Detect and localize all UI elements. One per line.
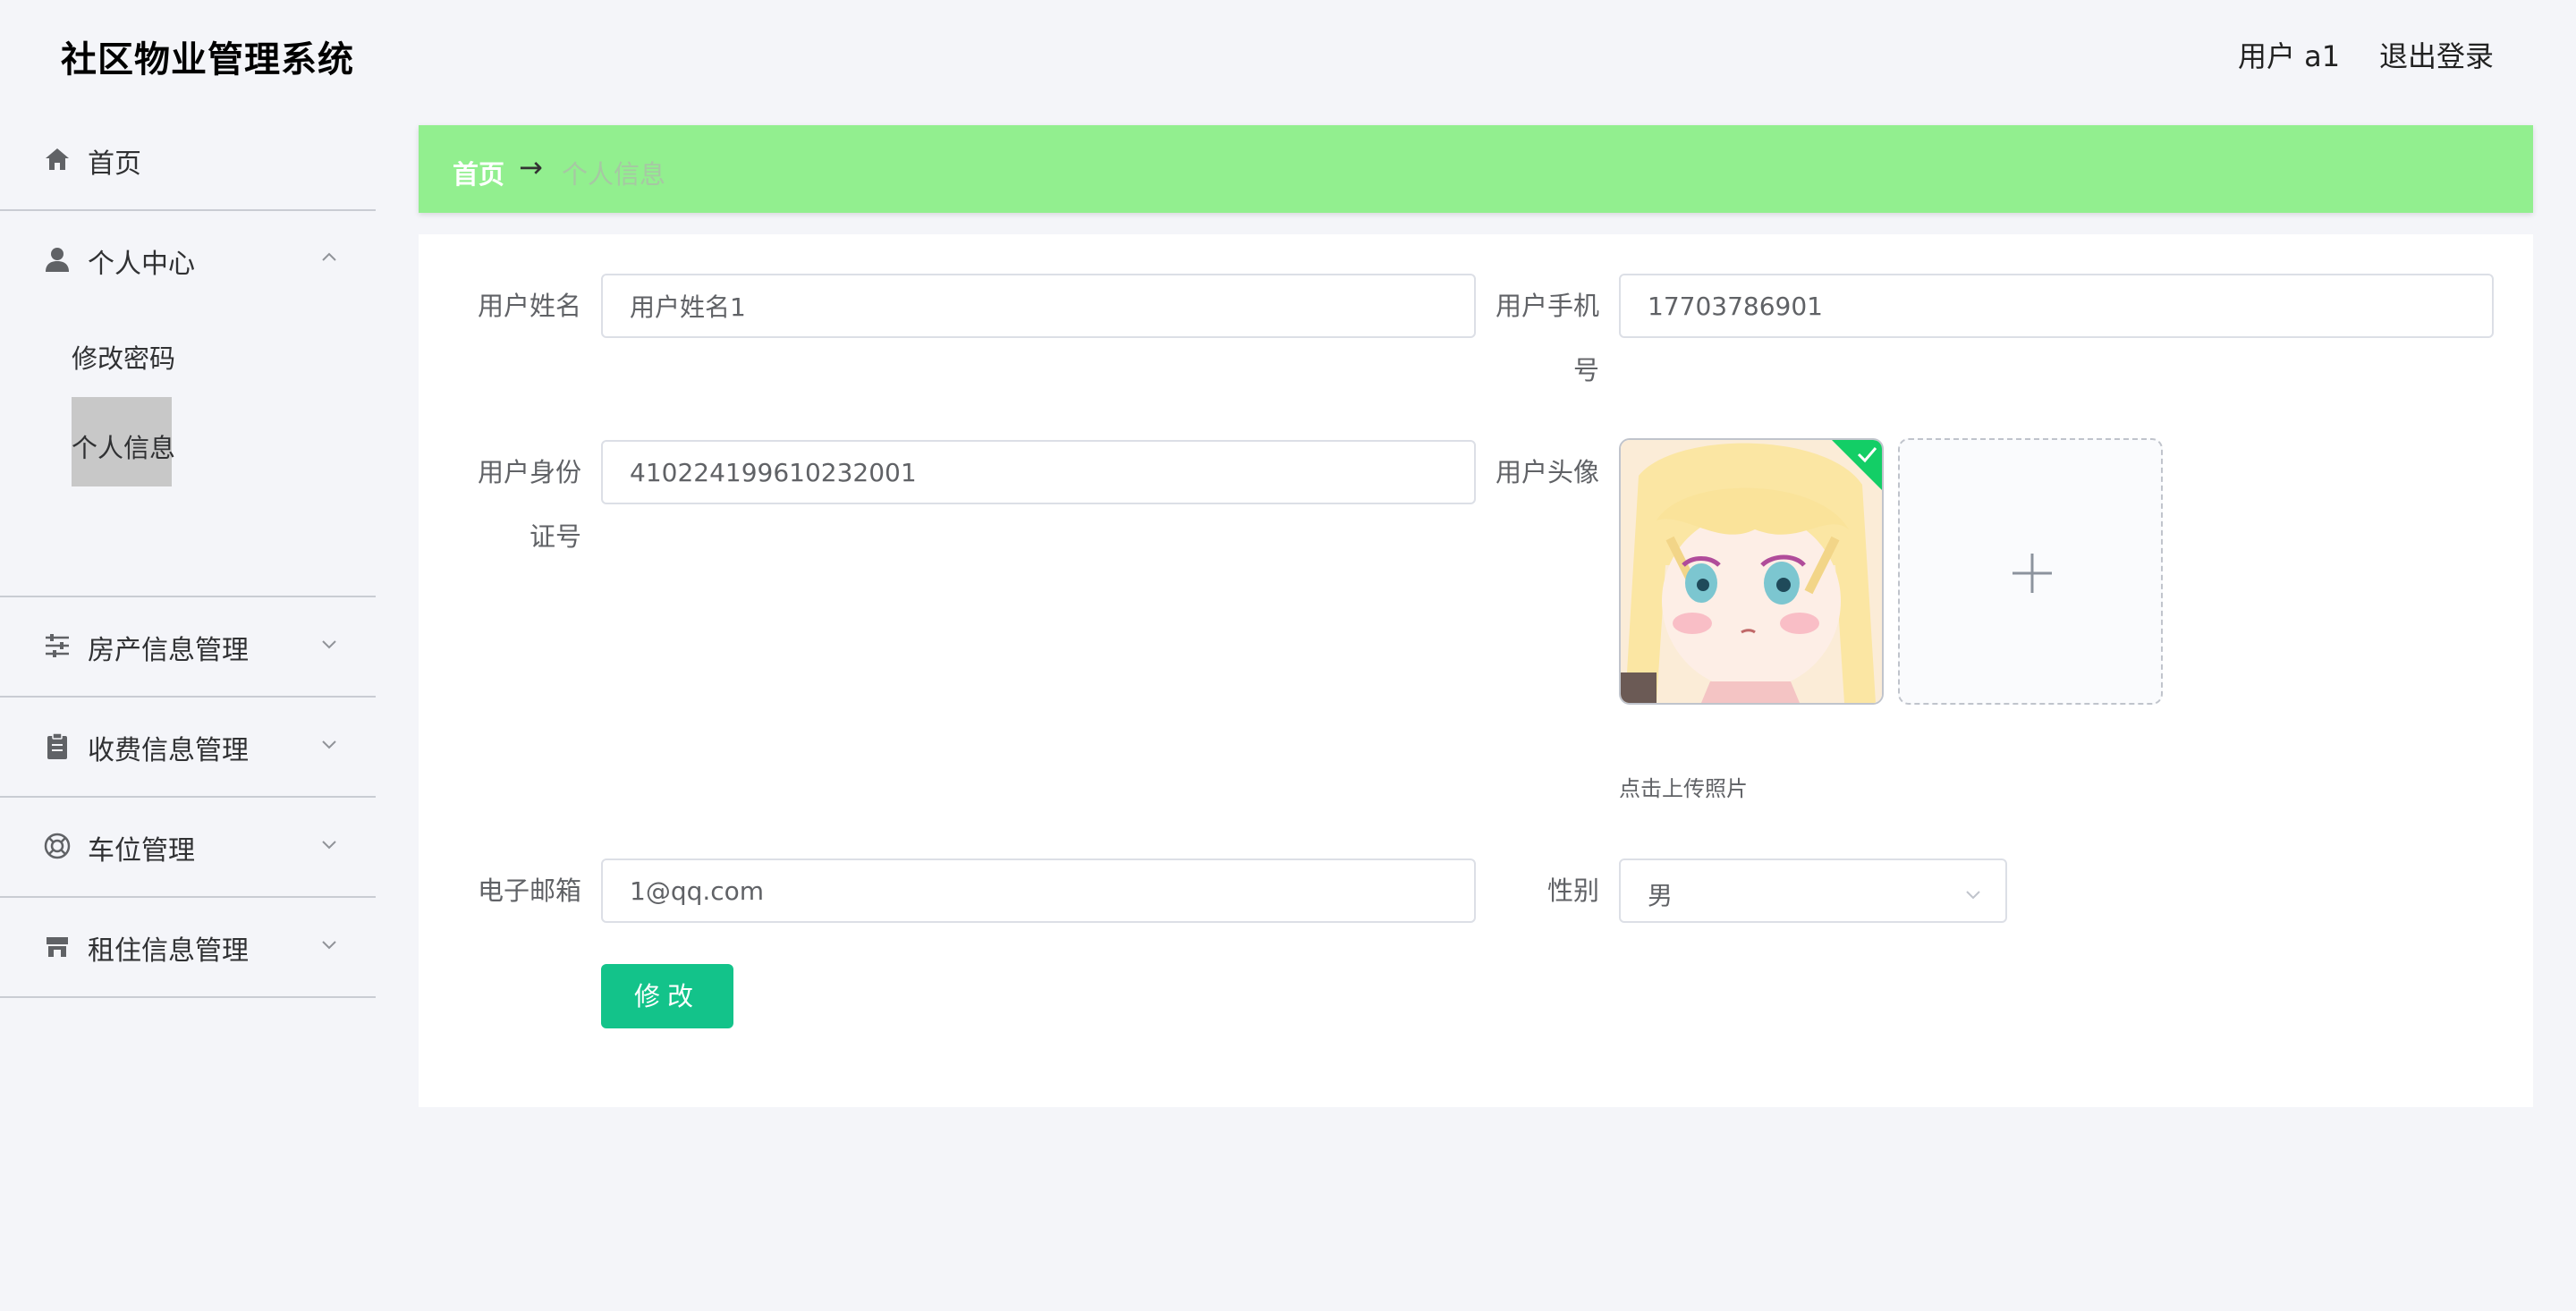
upload-success-corner bbox=[1832, 440, 1882, 490]
sidebar-item-label: 收费信息管理 bbox=[88, 735, 249, 766]
store-icon bbox=[47, 937, 68, 957]
sidebar-menu: 首页 个人中心 修改密码 个人信息 房产信息管理 收费信息管理 车位管理 租住信… bbox=[0, 111, 376, 1311]
breadcrumb-separator: → bbox=[519, 150, 543, 184]
phone-label-line1: 用户手机 bbox=[1495, 291, 1599, 321]
sidebar-item-label: 首页 bbox=[88, 148, 141, 180]
chevron-down-icon bbox=[322, 640, 336, 649]
submenu-item-change-password[interactable]: 修改密码 bbox=[72, 338, 175, 376]
email-field-box bbox=[601, 858, 1476, 923]
sidebar-item-label: 车位管理 bbox=[88, 835, 195, 867]
sidebar-item-label: 房产信息管理 bbox=[88, 635, 249, 666]
sidebar-item-home[interactable]: 首页 bbox=[0, 111, 376, 211]
submenu-item-personal-info[interactable]: 个人信息 bbox=[72, 427, 175, 465]
gender-select[interactable]: 男 bbox=[1619, 858, 2007, 923]
breadcrumb-current: 个人信息 bbox=[562, 159, 666, 190]
phone-label: 用户手机 号 bbox=[1465, 274, 1599, 402]
idcard-field-box bbox=[601, 440, 1476, 504]
sidebar-item-label: 个人中心 bbox=[88, 249, 195, 280]
upload-tip-text: 点击上传照片 bbox=[1619, 776, 1748, 801]
phone-field-box bbox=[1619, 274, 2494, 338]
modify-button[interactable]: 修改 bbox=[601, 964, 733, 1028]
phone-input[interactable] bbox=[1621, 275, 2492, 336]
current-user-label: 用户 a1 bbox=[2238, 39, 2341, 73]
phone-label-line2: 号 bbox=[1572, 355, 1599, 385]
sidebar-item-fee-info[interactable]: 收费信息管理 bbox=[0, 698, 376, 798]
user-icon bbox=[46, 248, 69, 272]
breadcrumb: 首页 → 个人信息 bbox=[419, 125, 2533, 213]
sidebar-item-rental-info[interactable]: 租住信息管理 bbox=[0, 898, 376, 998]
idcard-input[interactable] bbox=[603, 442, 1474, 503]
avatar-image[interactable] bbox=[1619, 438, 1884, 705]
avatar-label: 用户头像 bbox=[1495, 457, 1599, 487]
sidebar-item-parking[interactable]: 车位管理 bbox=[0, 798, 376, 898]
sliders-icon bbox=[46, 634, 69, 657]
idcard-label-line2: 证号 bbox=[529, 521, 581, 552]
lifebuoy-icon bbox=[44, 833, 71, 859]
home-icon bbox=[46, 148, 69, 170]
chevron-down-icon bbox=[322, 941, 336, 950]
chevron-down-icon bbox=[1966, 891, 1980, 900]
sidebar-item-label: 租住信息管理 bbox=[88, 935, 249, 967]
clipboard-icon bbox=[47, 732, 67, 759]
avatar-upload-button[interactable] bbox=[1898, 438, 2163, 705]
chevron-down-icon bbox=[322, 740, 336, 749]
idcard-label-line1: 用户身份 bbox=[477, 457, 581, 487]
top-header: 社区物业管理系统 用户 a1 退出登录 bbox=[0, 0, 2576, 111]
username-field-box bbox=[601, 274, 1476, 338]
idcard-label: 用户身份 证号 bbox=[447, 440, 581, 569]
sidebar-item-property-info[interactable]: 房产信息管理 bbox=[0, 597, 376, 698]
gender-selected-value: 男 bbox=[1648, 881, 1674, 910]
plus-icon bbox=[2012, 554, 2052, 593]
email-label: 电子邮箱 bbox=[477, 875, 581, 906]
breadcrumb-home-link[interactable]: 首页 bbox=[453, 154, 504, 191]
gender-label: 性别 bbox=[1546, 875, 1599, 906]
username-label: 用户姓名 bbox=[477, 291, 581, 321]
logout-link[interactable]: 退出登录 bbox=[2379, 34, 2494, 75]
username-input[interactable] bbox=[603, 275, 1474, 336]
chevron-up-icon bbox=[322, 252, 336, 261]
chevron-down-icon bbox=[322, 841, 336, 850]
app-title: 社区物业管理系统 bbox=[61, 39, 354, 80]
sidebar-item-personal-center[interactable]: 个人中心 修改密码 个人信息 bbox=[0, 211, 376, 597]
email-input[interactable] bbox=[603, 860, 1474, 921]
